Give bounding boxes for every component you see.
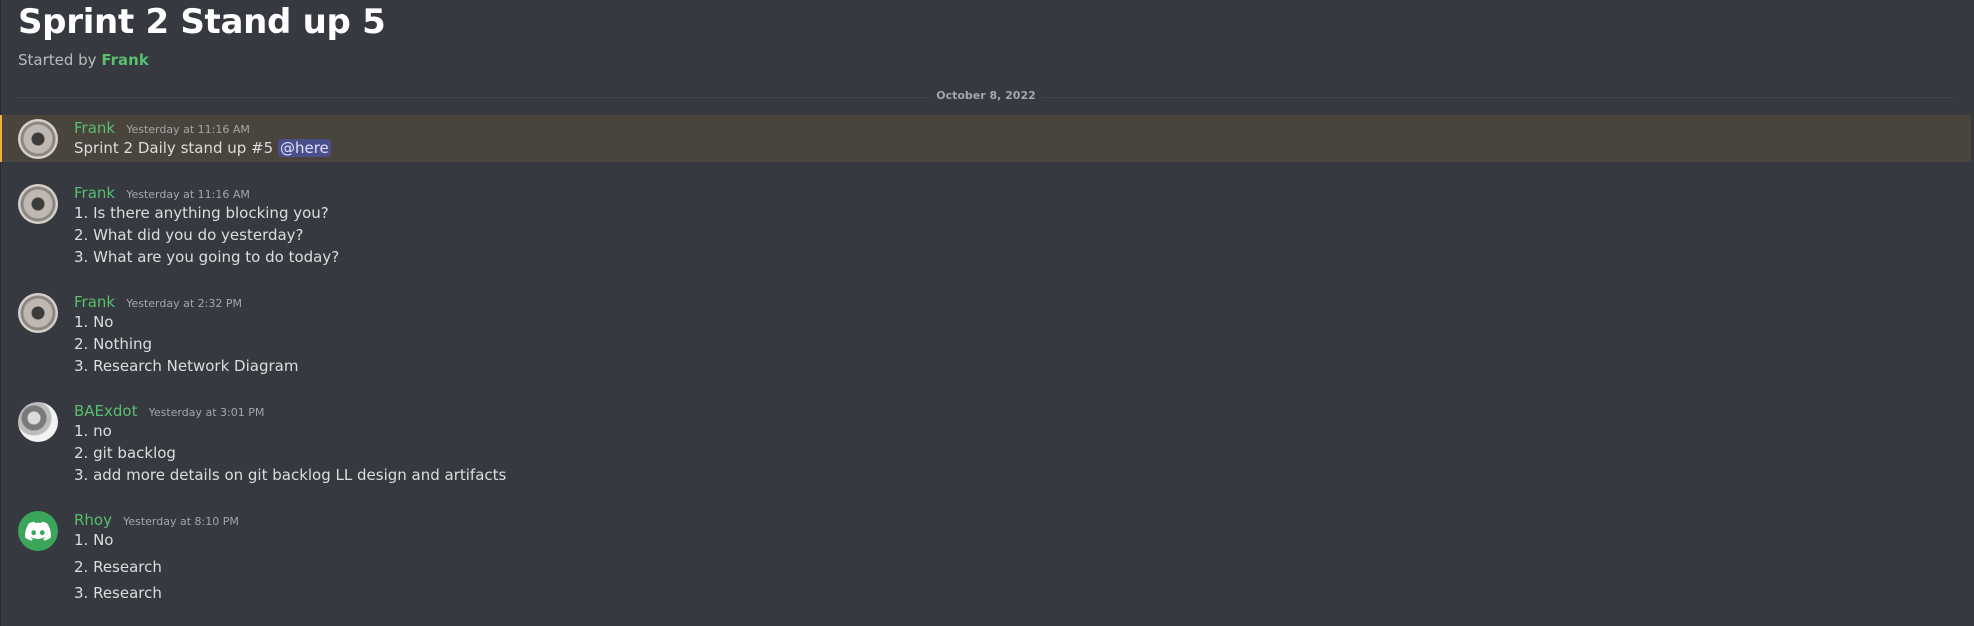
mention-here[interactable]: @here xyxy=(277,139,331,157)
message-line: 3. Research xyxy=(74,584,162,602)
username[interactable]: Frank xyxy=(74,119,115,137)
message-header: Frank Yesterday at 11:16 AM xyxy=(74,183,250,202)
message-line: 2. Research xyxy=(74,558,162,576)
discord-logo-icon xyxy=(25,521,51,541)
message-header: Rhoy Yesterday at 8:10 PM xyxy=(74,510,239,529)
username[interactable]: Frank xyxy=(74,184,115,202)
message-line: 1. No xyxy=(74,531,114,549)
message-item[interactable]: Frank Yesterday at 2:32 PM 1. No 2. Noth… xyxy=(0,289,1974,379)
message-line: 3. add more details on git backlog LL de… xyxy=(74,466,507,484)
avatar[interactable] xyxy=(18,293,58,333)
message-header: Frank Yesterday at 2:32 PM xyxy=(74,292,242,311)
timestamp: Yesterday at 8:10 PM xyxy=(123,515,239,528)
message-header: BAExdot Yesterday at 3:01 PM xyxy=(74,401,264,420)
message-line: 2. What did you do yesterday? xyxy=(74,226,304,244)
avatar[interactable] xyxy=(18,402,58,442)
avatar[interactable] xyxy=(18,119,58,159)
timestamp: Yesterday at 11:16 AM xyxy=(126,188,250,201)
username[interactable]: Rhoy xyxy=(74,511,112,529)
message-content: Sprint 2 Daily stand up #5 @here xyxy=(74,139,331,157)
username[interactable]: Frank xyxy=(74,293,115,311)
thread-title: Sprint 2 Stand up 5 xyxy=(18,2,386,42)
started-by-author[interactable]: Frank xyxy=(101,51,148,69)
avatar[interactable] xyxy=(18,511,58,551)
message-line: 1. no xyxy=(74,422,112,440)
message-line: 1. No xyxy=(74,313,114,331)
message-line: 3. What are you going to do today? xyxy=(74,248,340,266)
date-divider: October 8, 2022 xyxy=(18,89,1954,102)
message-line: 2. Nothing xyxy=(74,335,153,353)
message-line: 1. Is there anything blocking you? xyxy=(74,204,329,222)
message-item[interactable]: Frank Yesterday at 11:16 AM 1. Is there … xyxy=(0,180,1974,270)
timestamp: Yesterday at 3:01 PM xyxy=(148,406,265,419)
username[interactable]: BAExdot xyxy=(74,402,138,420)
message-item[interactable]: BAExdot Yesterday at 3:01 PM 1. no 2. gi… xyxy=(0,398,1974,488)
message-line: 3. Research Network Diagram xyxy=(74,357,299,375)
message-text: Sprint 2 Daily stand up #5 xyxy=(74,139,274,157)
timestamp: Yesterday at 11:16 AM xyxy=(126,123,250,136)
date-divider-label: October 8, 2022 xyxy=(930,89,1042,102)
timestamp: Yesterday at 2:32 PM xyxy=(126,297,242,310)
avatar[interactable] xyxy=(18,184,58,224)
started-by-label: Started by xyxy=(18,51,97,69)
message-header: Frank Yesterday at 11:16 AM xyxy=(74,118,250,137)
started-by: Started by Frank xyxy=(18,51,149,69)
message-line: 2. git backlog xyxy=(74,444,176,462)
message-item[interactable]: Rhoy Yesterday at 8:10 PM 1. No 2. Resea… xyxy=(0,507,1974,607)
message-item[interactable]: Frank Yesterday at 11:16 AM Sprint 2 Dai… xyxy=(0,115,1971,162)
